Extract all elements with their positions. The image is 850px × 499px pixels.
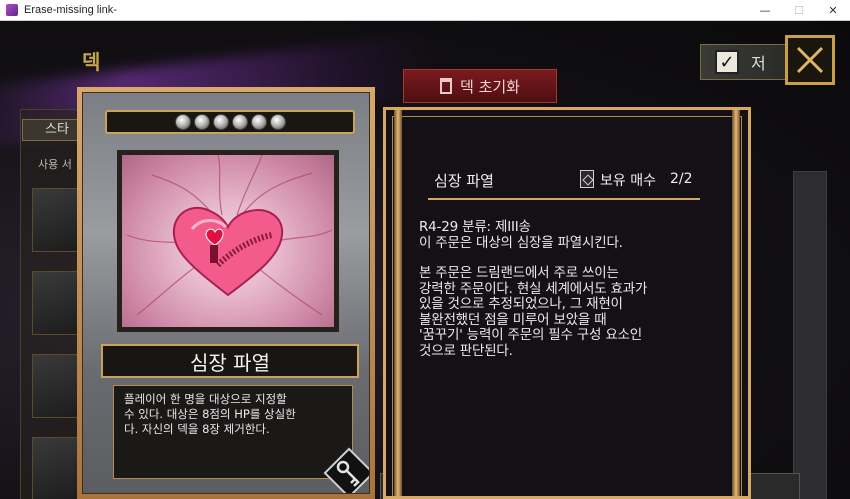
left-pillar: [394, 110, 402, 496]
lore-line: 있을 것으로 추정되었으나, 그 재현이: [419, 296, 623, 312]
deck-card-thumb[interactable]: [32, 188, 82, 252]
effect-text: 이 주문은 대상의 심장을 파열시킨다.: [419, 234, 623, 251]
lore-line: 강력한 주문이다. 현실 세계에서도 효과가: [419, 280, 648, 297]
classification: R4-29 분류: 제III송: [419, 219, 531, 235]
key-icon: [336, 460, 360, 487]
window-close-button[interactable]: ✕: [816, 0, 850, 21]
lore-line: '꿈꾸기' 능력이 주문의 필수 구성 요소인: [419, 327, 642, 343]
card-detail-panel: 심장 파열 보유 매수 2/2 R4-29 분류: 제III송 이 주문은 대상…: [383, 107, 751, 499]
card-description-line: 플레이어 한 명을 대상으로 지정할: [124, 392, 287, 406]
card-face: 심장 파열 플레이어 한 명을 대상으로 지정할 수 있다. 대상은 8점의 H…: [82, 92, 370, 494]
close-detail-button[interactable]: [785, 35, 835, 85]
close-icon: [796, 46, 824, 74]
app-icon: [6, 4, 18, 16]
game-screen: 덱 스타 사용 서 덱 초기화 ✓ 저 심장 파열 플레이어 한 명을 대상으로…: [0, 21, 850, 499]
card-name: 심장 파열: [101, 344, 359, 378]
used-cards-label: 사용 서: [38, 158, 72, 171]
deck-reset-button[interactable]: 덱 초기화: [403, 69, 557, 103]
window-title: Erase-missing link-: [24, 4, 117, 16]
save-toggle[interactable]: ✓ 저: [700, 44, 790, 80]
heart-illustration: [126, 155, 333, 316]
maximize-button[interactable]: ☐: [782, 0, 816, 21]
detail-body: R4-29 분류: 제III송 이 주문은 대상의 심장을 파열시킨다. 본 주…: [419, 219, 719, 359]
header-divider: [428, 198, 700, 200]
cost-gem-icon: [174, 114, 191, 130]
owned-count-label: 보유 매수: [600, 173, 656, 189]
checkbox[interactable]: ✓: [715, 50, 739, 74]
lore-line: 본 주문은 드림랜드에서 주로 쓰이는: [419, 265, 619, 281]
spell-card: 심장 파열 플레이어 한 명을 대상으로 지정할 수 있다. 대상은 8점의 H…: [77, 87, 375, 499]
cost-gem-icon: [231, 114, 248, 130]
card-description-line: 다. 자신의 덱을 8장 제거한다.: [124, 422, 270, 436]
right-pillar: [732, 110, 740, 496]
deck-card-thumb[interactable]: [32, 437, 82, 499]
cost-gem-icon: [193, 114, 210, 130]
owned-count-value: 2/2: [670, 171, 693, 187]
tab-start[interactable]: 스타: [22, 119, 82, 141]
minimize-button[interactable]: —: [748, 0, 782, 21]
deck-screen-title: 덱: [82, 50, 103, 74]
scrollbar[interactable]: [793, 171, 827, 499]
card-artwork-heart: [117, 150, 339, 332]
cost-gem-icon: [212, 114, 229, 130]
detail-title: 심장 파열: [434, 172, 494, 190]
window-titlebar: Erase-missing link- — ☐ ✕: [0, 0, 850, 21]
deck-card-thumb[interactable]: [32, 354, 82, 418]
deck-card-thumb[interactable]: [32, 271, 82, 335]
window-controls: — ☐ ✕: [748, 0, 850, 21]
lore-line: 불완전했던 점을 미루어 보았을 때: [419, 311, 607, 328]
card-description-line: 수 있다. 대상은 8점의 HP를 상실한: [124, 407, 296, 421]
cost-gem-icon: [250, 114, 267, 130]
card-cost-bar: [105, 110, 355, 134]
lore-line: 것으로 판단된다.: [419, 342, 513, 359]
save-toggle-label: 저: [751, 54, 766, 73]
cost-gem-icon: [269, 114, 286, 130]
trash-icon: [440, 78, 453, 94]
card-description: 플레이어 한 명을 대상으로 지정할 수 있다. 대상은 8점의 HP를 상실한…: [113, 385, 353, 479]
deck-reset-label: 덱 초기화: [460, 77, 520, 96]
card-count-icon: [580, 170, 594, 188]
detail-header: 심장 파열 보유 매수 2/2: [428, 158, 700, 200]
